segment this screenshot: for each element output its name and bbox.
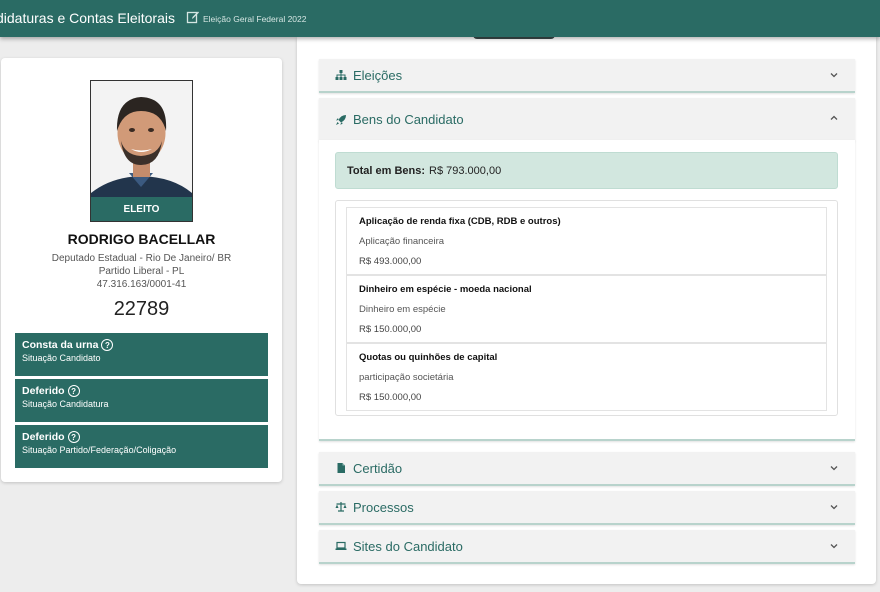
scale-icon: [335, 502, 347, 512]
total-value: R$ 793.000,00: [429, 164, 502, 177]
accordion-label: Sites do Candidato: [353, 538, 463, 554]
status-partido: Deferido? Situação Partido/Federação/Col…: [15, 425, 268, 468]
status-subtitle: Situação Partido/Federação/Coligação: [22, 445, 177, 455]
election-subtitle: Eleição Geral Federal 2022: [203, 14, 307, 24]
candidate-number: 22789: [113, 298, 170, 320]
status-title: Deferido: [22, 431, 65, 443]
asset-desc: Aplicação financeira: [359, 236, 445, 247]
edit-icon[interactable]: [186, 10, 200, 24]
asset-title: Dinheiro em espécie - moeda nacional: [359, 284, 532, 295]
status-subtitle: Situação Candidato: [22, 353, 101, 363]
asset-title: Aplicação de renda fixa (CDB, RDB e outr…: [359, 216, 561, 227]
app-title: didaturas e Contas Eleitorais: [0, 10, 175, 26]
asset-value: R$ 150.000,00: [359, 324, 422, 335]
asset-title: Quotas ou quinhões de capital: [359, 352, 498, 363]
help-icon[interactable]: ?: [67, 385, 80, 397]
assets-list: Aplicação de renda fixa (CDB, RDB e outr…: [335, 200, 838, 416]
asset-value: R$ 493.000,00: [359, 256, 422, 267]
asset-desc: Dinheiro em espécie: [359, 304, 446, 315]
candidate-office: Deputado Estadual - Rio De Janeiro/ BR: [51, 253, 232, 264]
accordion-label: Certidão: [353, 460, 403, 476]
accordion-label: Processos: [353, 499, 414, 515]
chevron-down-icon: [830, 505, 838, 510]
list-item: Dinheiro em espécie - moeda nacional Din…: [346, 275, 827, 343]
help-icon[interactable]: ?: [67, 431, 80, 443]
rocket-icon: [336, 114, 346, 125]
laptop-icon: [335, 541, 347, 550]
accordion-processos[interactable]: Processos: [319, 491, 855, 525]
status-subtitle: Situação Candidatura: [22, 399, 109, 409]
accordion-label: Eleições: [353, 67, 403, 83]
accordion-certidao[interactable]: Certidão: [319, 452, 855, 486]
accordion-sites[interactable]: Sites do Candidato: [319, 530, 855, 564]
asset-value: R$ 150.000,00: [359, 392, 422, 403]
chevron-down-icon: [830, 73, 838, 78]
candidate-name: RODRIGO BACELLAR: [67, 231, 216, 247]
sitemap-icon: [335, 70, 347, 80]
help-icon[interactable]: ?: [101, 339, 114, 351]
chevron-down-icon: [830, 544, 838, 549]
status-title: Consta da urna: [22, 339, 99, 351]
status-candidatura: Deferido? Situação Candidatura: [15, 379, 268, 422]
top-bar: didaturas e Contas Eleitorais Eleição Ge…: [0, 0, 880, 37]
bens-panel: Total em Bens: R$ 793.000,00 Aplicação d…: [319, 140, 855, 441]
candidate-card: ELEITO RODRIGO BACELLAR Deputado Estadua…: [1, 58, 282, 482]
candidate-cnpj: 47.316.163/0001-41: [96, 279, 187, 290]
list-item: Quotas ou quinhões de capital participaç…: [346, 343, 827, 411]
accordion-bens[interactable]: Bens do Candidato: [319, 98, 855, 141]
accordion-label: Bens do Candidato: [353, 112, 464, 127]
elected-badge: ELEITO: [91, 197, 192, 221]
file-icon: [337, 463, 345, 473]
chevron-down-icon: [830, 466, 838, 471]
accordion-eleicoes[interactable]: Eleições: [319, 59, 855, 93]
candidate-photo: ELEITO: [90, 80, 193, 222]
candidate-party: Partido Liberal - PL: [98, 266, 185, 277]
status-candidato: Consta da urna? Situação Candidato: [15, 333, 268, 376]
asset-desc: participação societária: [359, 372, 454, 383]
chevron-up-icon: [830, 115, 838, 120]
total-bens: Total em Bens: R$ 793.000,00: [335, 152, 838, 189]
status-title: Deferido: [22, 385, 65, 397]
list-item: Aplicação de renda fixa (CDB, RDB e outr…: [346, 207, 827, 275]
total-label: Total em Bens:: [347, 164, 426, 177]
